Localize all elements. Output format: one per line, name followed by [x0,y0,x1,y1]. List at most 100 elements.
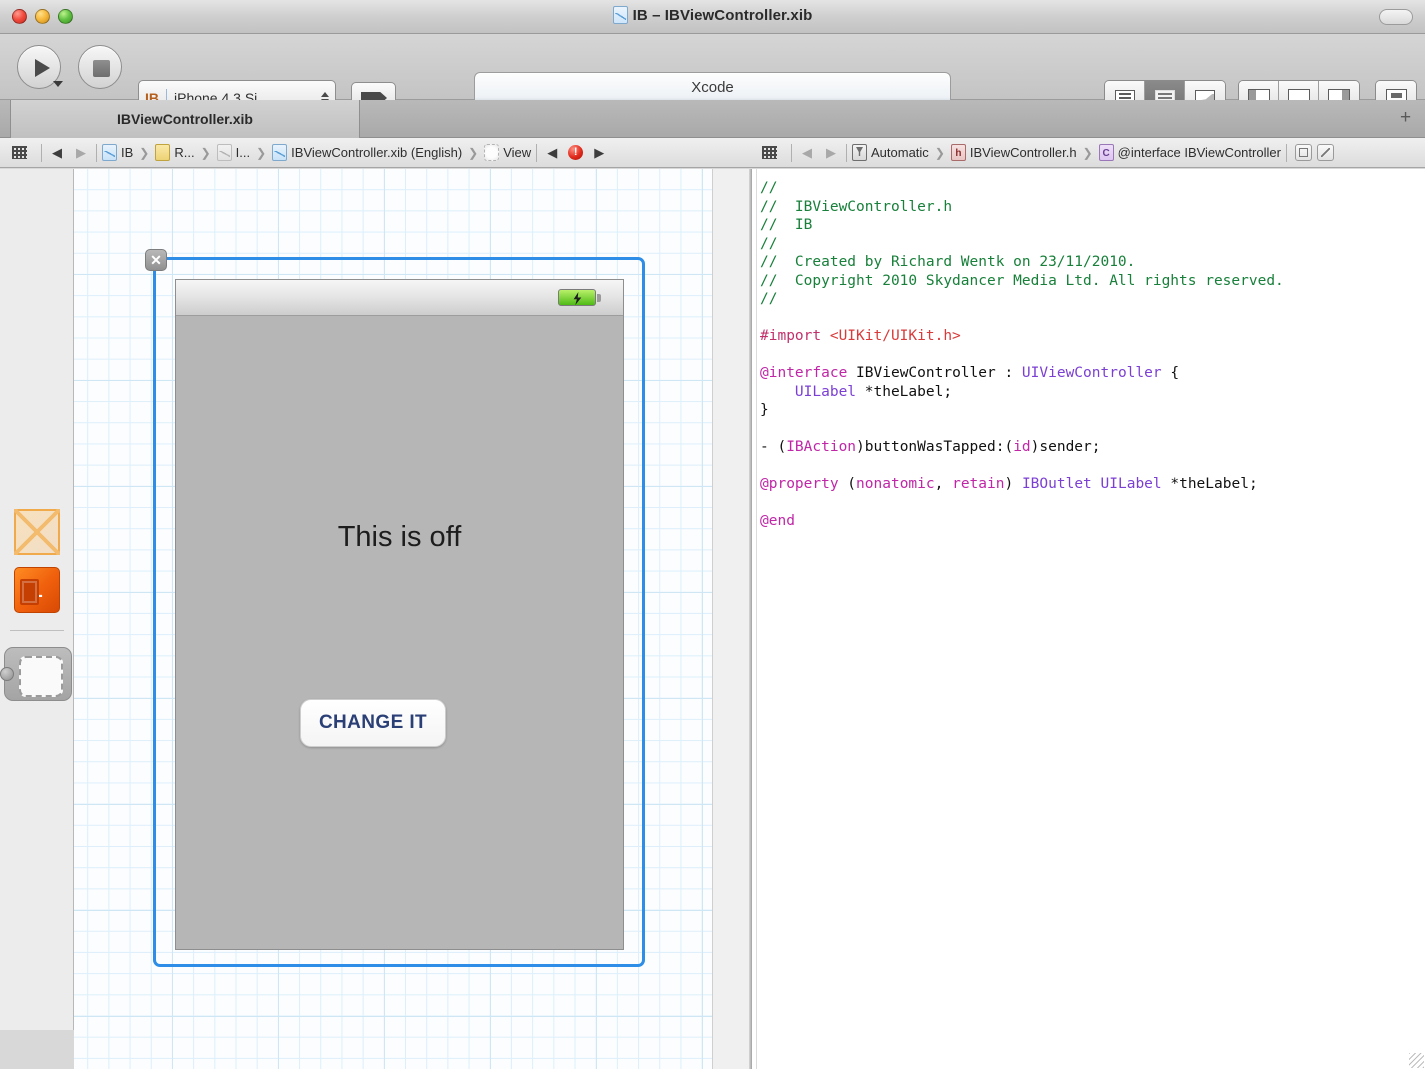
breadcrumb-xib-file[interactable]: IBViewController.xib (English) [270,144,464,161]
editor-gutter [756,169,757,1069]
assistant-editor[interactable]: // // IBViewController.h // IB // // Created… [752,169,1425,1069]
xib-file-icon-dim [216,144,232,161]
code-token: nonatomic [856,476,935,492]
code-line: // [760,179,1425,198]
code-token: retain [952,476,1005,492]
code-line: @property (nonatomic, retain) IBOutlet U… [760,475,1425,494]
stop-button[interactable] [78,45,122,89]
breadcrumb-automatic[interactable]: Automatic [850,144,931,161]
close-icon[interactable]: ✕ [145,249,167,271]
header-file-icon: h [950,144,966,161]
code-token: <UIKit/UIKit.h> [829,328,961,344]
related-items-icon[interactable] [762,146,777,159]
crumb-separator: ❯ [256,145,267,160]
source-code[interactable]: // // IBViewController.h // IB // // Created… [760,179,1425,531]
battery-charging-icon [558,289,601,306]
status-label[interactable]: This is off [176,521,623,554]
code-token: #import [760,328,830,344]
change-it-button[interactable]: CHANGE IT [300,699,446,747]
tab-ibviewcontroller-xib[interactable]: IBViewController.xib [10,100,360,138]
back-button[interactable]: ◀ [795,145,819,161]
view-placeholder-icon[interactable] [4,647,72,701]
jump-bar-right: ◀ ▶ Automatic ❯ h IBViewController.h ❯ C… [750,138,1425,168]
window-resize-pill[interactable] [1379,9,1413,25]
previous-issue-button[interactable]: ◀ [540,145,564,161]
breadcrumb-project[interactable]: IB [100,144,135,161]
play-icon [35,59,50,77]
code-line: // [760,235,1425,254]
code-line: @interface IBViewController : UIViewCont… [760,364,1425,383]
crumb-separator: ❯ [468,145,479,160]
code-token: *theLabel; [856,383,953,400]
code-token: ) [1004,476,1022,492]
window-resize-grip[interactable] [1409,1053,1424,1068]
interface-builder-dock: 1 [0,169,74,1030]
crumb-separator: ❯ [1082,145,1093,160]
canvas-gutter [712,169,750,1069]
code-token: UIViewController [1021,365,1162,381]
close-assistant-editor-button[interactable] [1316,144,1334,161]
crumb-separator: ❯ [139,145,150,160]
code-token: // [760,291,778,307]
code-line: // IB [760,216,1425,235]
next-issue-button[interactable]: ▶ [587,145,611,161]
class-symbol-icon: C [1098,144,1114,161]
code-token: // [760,180,778,196]
forward-button[interactable]: ▶ [819,145,843,161]
issue-badge-icon[interactable]: ! [568,145,584,160]
xcode-window: IB – IBViewController.xib IB iPhone 4.3 … [0,0,1425,1069]
interface-builder-canvas[interactable]: ✕ This is off CHANGE IT [74,169,712,1069]
breadcrumb-label: R... [174,145,195,160]
jump-bar-left: ◀ ▶ IB ❯ R... ❯ I... ❯ IBViewController.… [0,138,750,168]
code-token: // Copyright 2010 Skydancer Media Ltd. A… [760,272,1284,289]
window-title-bar: IB – IBViewController.xib [0,0,1425,34]
crumb-separator: ❯ [200,145,211,160]
dock-divider [10,630,64,631]
status-main-text: Xcode [691,79,734,96]
folder-icon [155,144,171,161]
code-token: )buttonWasTapped:( [856,439,1014,455]
code-line: - (IBAction)buttonWasTapped:(id)sender; [760,438,1425,457]
files-owner-icon[interactable] [14,509,60,555]
automatic-icon [852,144,867,161]
lightning-bolt-icon [573,292,582,305]
breadcrumb-group[interactable]: I... [215,144,252,161]
code-token: ( [838,476,857,492]
breadcrumb-label: IBViewController.h [969,145,1077,160]
stop-icon [93,60,110,77]
divider [1285,143,1287,162]
code-token: @interface [760,365,848,381]
crumb-separator: ❯ [934,145,945,160]
code-line: } [760,401,1425,420]
back-button[interactable]: ◀ [45,145,69,161]
code-token: IBViewController : [847,365,1022,381]
code-line: // Copyright 2010 Skydancer Media Ltd. A… [760,272,1425,291]
code-token: )sender; [1030,439,1101,455]
divider [96,143,97,162]
code-token: @end [760,513,795,529]
related-items-icon[interactable] [12,146,27,159]
first-responder-icon[interactable]: 1 [14,567,60,613]
breadcrumb-header-file[interactable]: h IBViewController.h [949,144,1079,161]
code-token: // IBViewController.h [760,198,953,215]
add-tab-button[interactable]: + [1398,108,1413,127]
iphone-view[interactable]: This is off CHANGE IT [175,279,624,950]
run-caret-icon [53,81,63,87]
divider [846,143,847,162]
view-object-icon [484,144,500,161]
forward-button[interactable]: ▶ [69,145,93,161]
breadcrumb-view-object[interactable]: View [482,144,533,161]
code-token: } [760,402,769,418]
code-token: *theLabel; [1161,476,1258,492]
breadcrumb-folder[interactable]: R... [153,144,196,161]
breadcrumb-interface-symbol[interactable]: C @interface IBViewController [1097,144,1283,161]
code-token: id [1013,439,1031,455]
add-assistant-editor-button[interactable] [1294,144,1312,161]
main-toolbar: IB iPhone 4.3 Si... Xcode Project!1 [0,34,1425,125]
xib-file-icon [272,144,288,161]
